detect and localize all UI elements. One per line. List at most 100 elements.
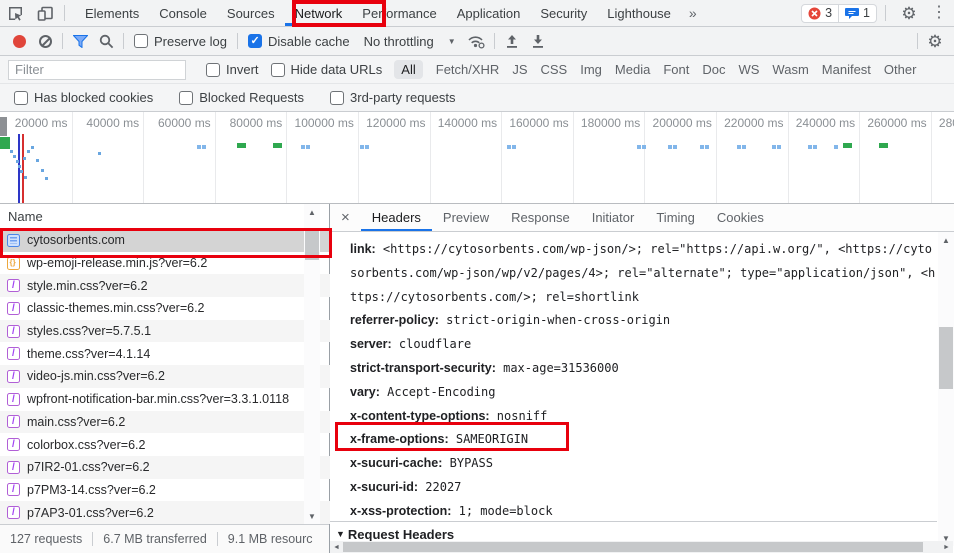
header-value: SAMEORIGIN (448, 432, 529, 447)
filter-type-ws[interactable]: WS (738, 62, 759, 77)
requests-scrollbar[interactable]: ▲ ▼ (304, 204, 320, 524)
request-row[interactable]: wpfront-notification-bar.min.css?ver=3.3… (0, 388, 330, 411)
waterfall-mark (27, 150, 30, 153)
request-row[interactable]: colorbox.css?ver=6.2 (0, 433, 330, 456)
stylesheet-icon (7, 506, 20, 520)
tab-console[interactable]: Console (149, 0, 217, 26)
filter-type-doc[interactable]: Doc (702, 62, 725, 77)
message-badge[interactable]: 1 (839, 3, 877, 23)
filter-type-all[interactable]: All (394, 60, 423, 79)
filter-type-img[interactable]: Img (580, 62, 602, 77)
requests-panel: Name cytosorbents.com wp-emoji-release.mi… (0, 204, 330, 553)
request-row[interactable]: p7PM3-14.css?ver=6.2 (0, 479, 330, 502)
scrollbar-thumb[interactable] (343, 542, 923, 552)
request-row[interactable]: p7IR2-01.css?ver=6.2 (0, 455, 330, 479)
invert-checkbox[interactable]: Invert (200, 62, 265, 77)
network-status-bar: 127 requests 6.7 MB transferred 9.1 MB res… (0, 524, 329, 553)
filter-input[interactable] (8, 59, 186, 80)
request-row[interactable]: wp-emoji-release.min.js?ver=6.2 (0, 252, 330, 275)
scroll-right-icon[interactable]: ► (940, 541, 953, 553)
hide-data-urls-checkbox[interactable]: Hide data URLs (265, 62, 389, 77)
blocked-requests-checkbox[interactable]: Blocked Requests (173, 90, 310, 105)
throttling-dropdown[interactable]: No throttling ▼ (356, 34, 464, 49)
tab-application[interactable]: Application (447, 0, 531, 26)
kebab-menu-icon[interactable]: ⋮ (924, 0, 954, 26)
tab-lighthouse[interactable]: Lighthouse (597, 0, 681, 26)
device-toolbar-icon[interactable] (30, 0, 60, 26)
record-button[interactable] (6, 28, 32, 54)
waterfall-mark (808, 145, 812, 149)
filter-type-other[interactable]: Other (884, 62, 917, 77)
clear-button[interactable] (32, 28, 58, 54)
details-tab-response[interactable]: Response (500, 204, 581, 231)
tab-performance[interactable]: Performance (352, 0, 446, 26)
tab-network[interactable]: Network (284, 0, 353, 26)
waterfall-mark (673, 145, 677, 149)
request-row[interactable]: video-js.min.css?ver=6.2 (0, 365, 330, 388)
checkbox-checked-icon (247, 34, 262, 48)
filter-type-wasm[interactable]: Wasm (772, 62, 808, 77)
header-value: <https://cytosorbents.com/wp-json/>; rel… (350, 242, 936, 304)
scroll-left-icon[interactable]: ◄ (330, 541, 343, 553)
request-name: p7AP3-01.css?ver=6.2 (27, 505, 154, 520)
details-tab-cookies[interactable]: Cookies (706, 204, 775, 231)
checkbox-icon (179, 90, 194, 105)
request-row[interactable]: styles.css?ver=5.7.5.1 (0, 319, 330, 343)
request-row[interactable]: main.css?ver=6.2 (0, 410, 330, 434)
filter-toggle-button[interactable] (67, 28, 93, 54)
close-icon[interactable]: × (330, 209, 361, 226)
filter-type-js[interactable]: JS (512, 62, 527, 77)
filter-type-font[interactable]: Font (663, 62, 689, 77)
header-line: x-sucuri-id: 22027 (350, 476, 937, 500)
waterfall-mark (507, 145, 511, 149)
upload-arrow-icon (506, 34, 517, 48)
network-conditions-button[interactable] (464, 28, 490, 54)
scroll-down-icon[interactable]: ▼ (304, 508, 320, 524)
request-row[interactable]: style.min.css?ver=6.2 (0, 274, 330, 298)
divider (493, 33, 495, 49)
details-tab-headers[interactable]: Headers (360, 204, 432, 231)
details-tab-initiator[interactable]: Initiator (581, 204, 646, 231)
name-column-header[interactable]: Name (0, 204, 329, 229)
error-count: 3 (825, 6, 833, 20)
waterfall-mark (197, 145, 201, 149)
error-badge[interactable]: 3 (801, 3, 840, 23)
scroll-up-icon[interactable]: ▲ (938, 232, 954, 248)
header-key: x-sucuri-id: (350, 479, 419, 494)
has-blocked-cookies-checkbox[interactable]: Has blocked cookies (8, 90, 159, 105)
filter-type-media[interactable]: Media (615, 62, 650, 77)
waterfall-mark (512, 145, 516, 149)
waterfall-mark (360, 145, 364, 149)
tab-elements[interactable]: Elements (75, 0, 149, 26)
filter-type-css[interactable]: CSS (541, 62, 568, 77)
inspect-element-icon[interactable] (0, 0, 30, 26)
settings-gear-icon[interactable]: ⚙ (894, 0, 924, 26)
filter-type-fetch-xhr[interactable]: Fetch/XHR (436, 62, 500, 77)
scrollbar-thumb[interactable] (305, 228, 319, 260)
request-row[interactable]: p7AP3-01.css?ver=6.2 (0, 501, 330, 524)
more-panels-chevron[interactable]: » (681, 5, 705, 21)
details-horizontal-scrollbar[interactable]: ◄ ► (330, 541, 953, 553)
tab-sources[interactable]: Sources (217, 0, 285, 26)
scroll-up-icon[interactable]: ▲ (304, 204, 320, 220)
header-value: Accept-Encoding (379, 384, 496, 399)
header-line: server: cloudflare (350, 333, 937, 357)
details-vertical-scrollbar[interactable]: ▲ ▼ (938, 232, 954, 546)
request-row[interactable]: cytosorbents.com (0, 229, 330, 252)
header-key: x-content-type-options: (350, 408, 490, 423)
export-har-button[interactable] (525, 28, 551, 54)
tab-security[interactable]: Security (530, 0, 597, 26)
scrollbar-thumb[interactable] (939, 327, 953, 389)
request-row[interactable]: theme.css?ver=4.1.14 (0, 342, 330, 365)
request-row[interactable]: classic-themes.min.css?ver=6.2 (0, 297, 330, 320)
3rd-party-requests-checkbox[interactable]: 3rd-party requests (324, 90, 462, 105)
network-settings-gear-icon[interactable]: ⚙ (922, 28, 948, 54)
details-tab-timing[interactable]: Timing (645, 204, 706, 231)
details-tab-preview[interactable]: Preview (432, 204, 500, 231)
filter-type-manifest[interactable]: Manifest (822, 62, 871, 77)
import-har-button[interactable] (499, 28, 525, 54)
disable-cache-checkbox[interactable]: Disable cache (242, 34, 356, 49)
network-overview-timeline[interactable]: 20000 ms 40000 ms 60000 ms 80000 ms 100000 m… (0, 112, 954, 204)
preserve-log-checkbox[interactable]: Preserve log (128, 34, 233, 49)
search-button[interactable] (93, 28, 119, 54)
